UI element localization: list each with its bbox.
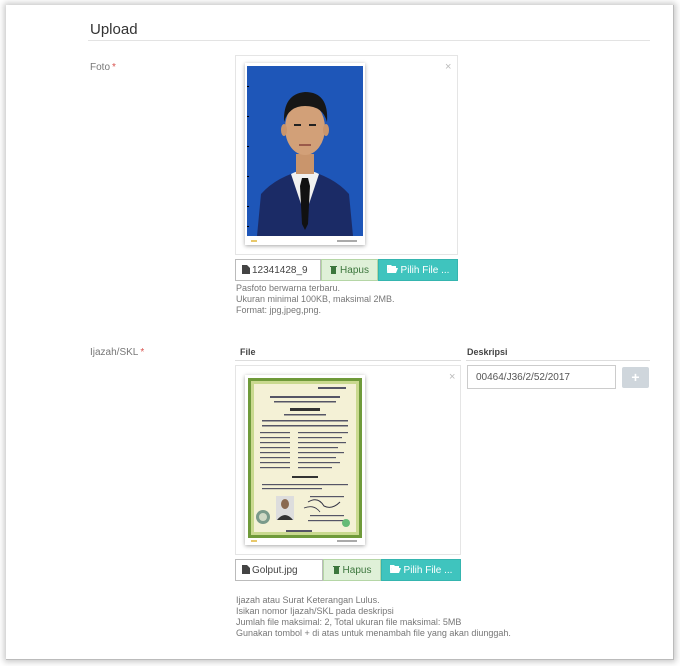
thumbnail-caption — [247, 539, 363, 543]
column-header-file: File — [240, 347, 256, 357]
ijazah-delete-label: Hapus — [342, 564, 372, 576]
passport-photo-image — [247, 66, 363, 236]
help-line: Jumlah file maksimal: 2, Total ukuran fi… — [236, 617, 462, 627]
required-mark: * — [140, 347, 145, 358]
ijazah-choose-file-button[interactable]: Pilih File ... — [381, 559, 461, 581]
foto-choose-file-button[interactable]: Pilih File ... — [378, 259, 458, 281]
foto-delete-button[interactable]: Hapus — [321, 259, 378, 281]
foto-delete-label: Hapus — [340, 264, 369, 276]
foto-file-name-text: 12341428_9 — [252, 264, 308, 276]
folder-open-icon — [386, 265, 398, 275]
foto-file-bar: 12341428_9 Hapus Pilih File ... — [235, 259, 458, 281]
ijazah-description-input[interactable] — [467, 365, 616, 389]
certificate-image — [248, 378, 362, 538]
column-divider — [466, 360, 650, 361]
folder-open-icon — [389, 565, 401, 575]
plus-icon[interactable]: + — [622, 367, 649, 388]
ijazah-file-name: Golput.jpg — [235, 559, 323, 581]
help-line: Ukuran minimal 100KB, maksimal 2MB. — [236, 294, 395, 304]
section-divider — [88, 40, 650, 41]
thumbnail-caption — [247, 239, 363, 243]
help-line: Pasfoto berwarna terbaru. — [236, 283, 341, 293]
help-line: Isikan nomor Ijazah/SKL pada deskripsi — [236, 606, 394, 616]
ijazah-help-text: Ijazah atau Surat Keterangan Lulus. Isik… — [236, 595, 511, 639]
foto-label-text: Foto — [90, 62, 111, 73]
ijazah-thumbnail — [245, 375, 365, 545]
trash-icon — [332, 565, 340, 576]
close-icon[interactable]: × — [449, 371, 455, 383]
foto-choose-file-label: Pilih File ... — [400, 264, 450, 276]
foto-help-text: Pasfoto berwarna terbaru. Ukuran minimal… — [236, 283, 395, 316]
foto-file-name: 12341428_9 — [235, 259, 321, 281]
ijazah-delete-button[interactable]: Hapus — [323, 559, 381, 581]
foto-thumbnail — [245, 63, 365, 245]
section-title: Upload — [90, 21, 138, 38]
ijazah-file-name-text: Golput.jpg — [252, 564, 298, 576]
close-icon[interactable]: × — [445, 61, 451, 73]
help-line: Ijazah atau Surat Keterangan Lulus. — [236, 595, 380, 605]
ijazah-label: Ijazah/SKL * — [90, 347, 144, 358]
ijazah-label-text: Ijazah/SKL — [90, 347, 139, 358]
file-icon — [242, 564, 250, 576]
column-divider — [235, 360, 461, 361]
help-line: Format: jpg,jpeg,png. — [236, 305, 322, 315]
foto-label: Foto * — [90, 62, 116, 73]
trash-icon — [330, 265, 338, 276]
column-header-description: Deskripsi — [467, 347, 508, 357]
ijazah-file-bar: Golput.jpg Hapus Pilih File ... — [235, 559, 461, 581]
help-line: Gunakan tombol + di atas untuk menambah … — [236, 628, 511, 638]
ijazah-choose-file-label: Pilih File ... — [403, 564, 453, 576]
required-mark: * — [112, 62, 116, 73]
file-icon — [242, 264, 250, 276]
